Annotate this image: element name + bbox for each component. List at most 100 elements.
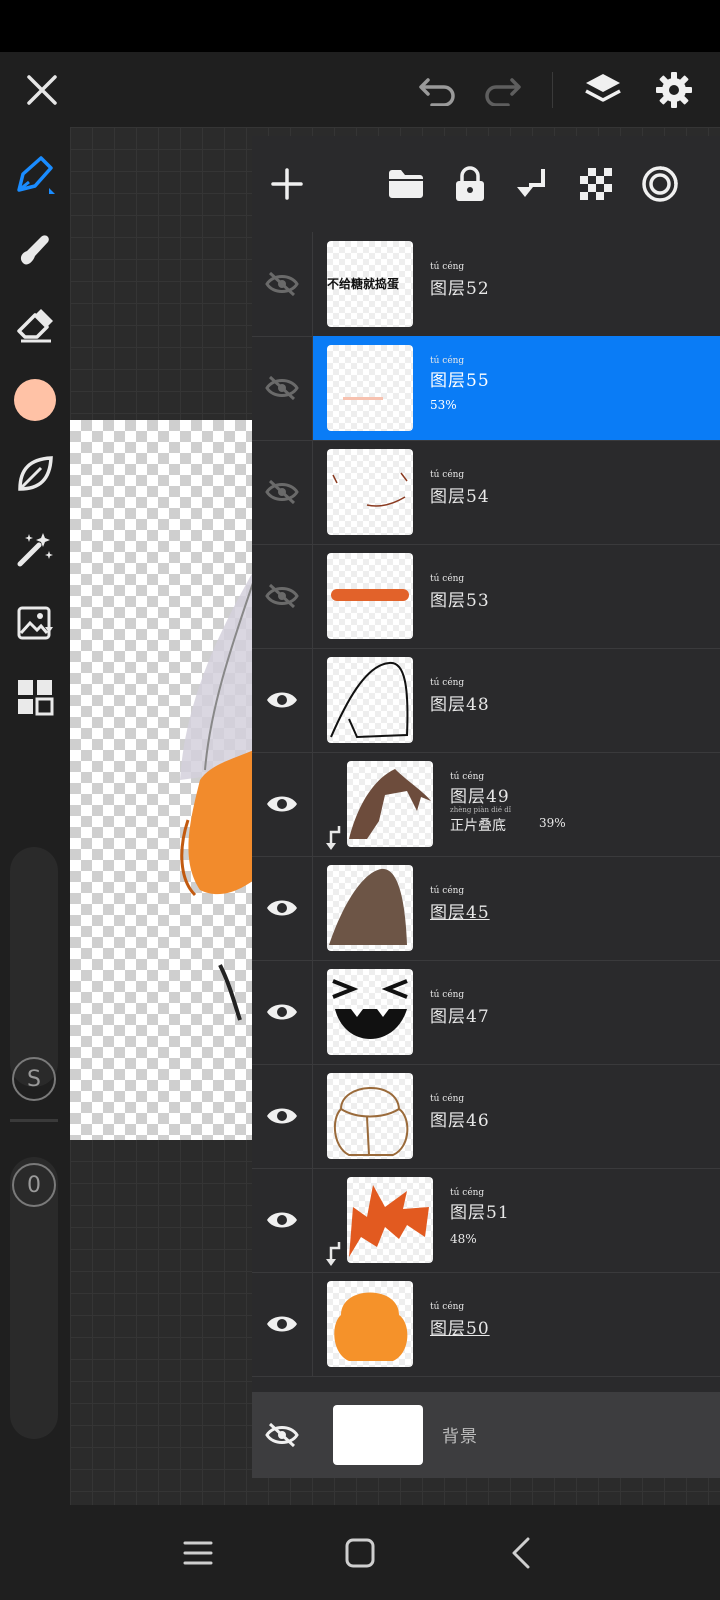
back-button[interactable] <box>498 1529 546 1577</box>
layer-body[interactable]: tú céng 图层49 zhèng piàn dié dǐ 正片叠底 39% <box>313 752 720 856</box>
layer-name-ruby: tú céng <box>430 262 465 272</box>
layer-row[interactable]: tú céng 图层51 48% <box>252 1168 720 1273</box>
layer-body[interactable]: tú céng 图层46 <box>313 1064 720 1168</box>
layer-row[interactable]: tú céng 图层53 <box>252 544 720 649</box>
eye-hidden-icon <box>265 479 299 505</box>
layer-thumbnail: 不给糖就捣蛋 <box>327 241 413 327</box>
layer-row[interactable]: tú céng 图层45 <box>252 856 720 961</box>
layer-name: 图层48 <box>430 695 490 715</box>
brush-opacity-indicator: 0 <box>12 1163 56 1207</box>
layer-body[interactable]: tú céng 图层54 <box>313 440 720 544</box>
visibility-toggle[interactable] <box>252 336 313 440</box>
materials-tool[interactable] <box>13 675 57 719</box>
layer-thumbnail <box>347 1177 433 1263</box>
layer-thumbnail <box>327 345 413 431</box>
background-layer-name: 背景 <box>442 1427 478 1447</box>
layer-body[interactable]: tú céng 图层55 53% <box>313 336 720 440</box>
visibility-toggle[interactable] <box>252 960 313 1064</box>
layer-name: 图层50 <box>430 1319 490 1339</box>
visibility-toggle[interactable] <box>252 1392 312 1478</box>
layer-name: 图层47 <box>430 1007 490 1027</box>
visibility-toggle[interactable] <box>252 1272 313 1376</box>
visibility-toggle[interactable] <box>252 232 313 336</box>
thumbnail-text: 不给糖就捣蛋 <box>327 277 400 291</box>
layers-icon <box>585 74 621 102</box>
add-layer-button[interactable] <box>265 162 309 206</box>
layer-thumbnail <box>327 1073 413 1159</box>
layer-opacity: 39% <box>539 816 566 830</box>
transparency-lock-button[interactable] <box>574 162 618 206</box>
layer-body[interactable]: tú céng 图层47 <box>313 960 720 1064</box>
canvas-paper[interactable] <box>70 420 254 1140</box>
visibility-toggle[interactable] <box>252 752 313 856</box>
layer-body[interactable]: tú céng 图层48 <box>313 648 720 752</box>
visibility-toggle[interactable] <box>252 648 313 752</box>
eye-hidden-icon <box>265 583 299 609</box>
magic-wand-icon <box>17 533 53 567</box>
brush-size-label: S <box>27 1066 41 1092</box>
visibility-toggle[interactable] <box>252 1168 313 1272</box>
recent-apps-button[interactable] <box>174 1529 222 1577</box>
layer-body[interactable]: tú céng 图层51 48% <box>313 1168 720 1272</box>
image-import-tool[interactable] <box>13 601 57 645</box>
layer-row[interactable]: tú céng 图层46 <box>252 1064 720 1169</box>
layer-name: 图层51 <box>450 1203 510 1223</box>
visibility-toggle[interactable] <box>252 856 313 960</box>
layer-row[interactable]: tú céng 图层49 zhèng piàn dié dǐ 正片叠底 39% <box>252 752 720 857</box>
shape-tool[interactable] <box>13 452 57 496</box>
merge-down-icon <box>517 169 545 197</box>
layer-thumbnail <box>327 449 413 535</box>
color-swatch[interactable] <box>13 378 57 422</box>
smudge-tool[interactable] <box>13 227 57 271</box>
layer-row[interactable]: tú céng 图层48 <box>252 648 720 753</box>
visibility-toggle[interactable] <box>252 440 313 544</box>
settings-icon <box>656 72 692 108</box>
background-layer-row[interactable]: 背景 <box>252 1392 720 1478</box>
undo-button[interactable] <box>416 68 460 112</box>
brush-opacity-label: 0 <box>27 1172 41 1198</box>
visibility-toggle[interactable] <box>252 544 313 648</box>
magic-wand-tool[interactable] <box>13 527 57 571</box>
new-folder-button[interactable] <box>384 162 428 206</box>
layers-button[interactable] <box>581 68 625 112</box>
pen-tool[interactable] <box>13 152 57 196</box>
layer-body[interactable]: 不给糖就捣蛋 tú céng 图层52 <box>313 232 720 336</box>
layer-name-ruby: tú céng <box>450 1188 485 1198</box>
left-toolbar: S 0 <box>0 127 70 1505</box>
visibility-toggle[interactable] <box>252 1064 313 1168</box>
lock-layer-button[interactable] <box>448 162 492 206</box>
lock-icon <box>456 166 484 201</box>
thumbnail-mark <box>343 397 383 400</box>
blend-target-button[interactable] <box>638 162 682 206</box>
merge-down-button[interactable] <box>512 162 556 206</box>
layer-name-ruby: tú céng <box>430 886 465 896</box>
layer-name: 图层49 <box>450 787 510 807</box>
materials-grid-icon <box>18 680 54 716</box>
layer-name: 图层53 <box>430 591 490 611</box>
layer-name: 图层46 <box>430 1111 490 1131</box>
layer-body[interactable]: tú céng 图层53 <box>313 544 720 648</box>
eraser-tool[interactable] <box>13 303 57 347</box>
add-layer-icon <box>271 168 303 200</box>
layer-body[interactable]: tú céng 图层45 <box>313 856 720 960</box>
close-button[interactable] <box>20 68 64 112</box>
layer-row[interactable]: 不给糖就捣蛋 tú céng 图层52 <box>252 232 720 337</box>
layer-name-ruby: tú céng <box>450 772 485 782</box>
shape-leaf-icon <box>18 456 53 491</box>
redo-icon <box>485 78 521 106</box>
eye-icon <box>267 796 297 812</box>
eye-hidden-icon <box>265 271 299 297</box>
brush-size-slider[interactable] <box>10 847 58 1087</box>
redo-button[interactable] <box>480 68 524 112</box>
layer-body[interactable]: tú céng 图层50 <box>313 1272 720 1376</box>
layer-name-ruby: tú céng <box>430 470 465 480</box>
layer-row[interactable]: tú céng 图层47 <box>252 960 720 1065</box>
canvas-artwork <box>180 570 254 1021</box>
layer-row[interactable]: tú céng 图层50 <box>252 1272 720 1377</box>
home-button[interactable] <box>336 1529 384 1577</box>
layer-row[interactable]: tú céng 图层54 <box>252 440 720 545</box>
settings-button[interactable] <box>652 68 696 112</box>
eye-hidden-icon <box>265 1422 299 1448</box>
layer-row-selected[interactable]: tú céng 图层55 53% <box>252 336 720 441</box>
layer-name-ruby: tú céng <box>430 1302 465 1312</box>
